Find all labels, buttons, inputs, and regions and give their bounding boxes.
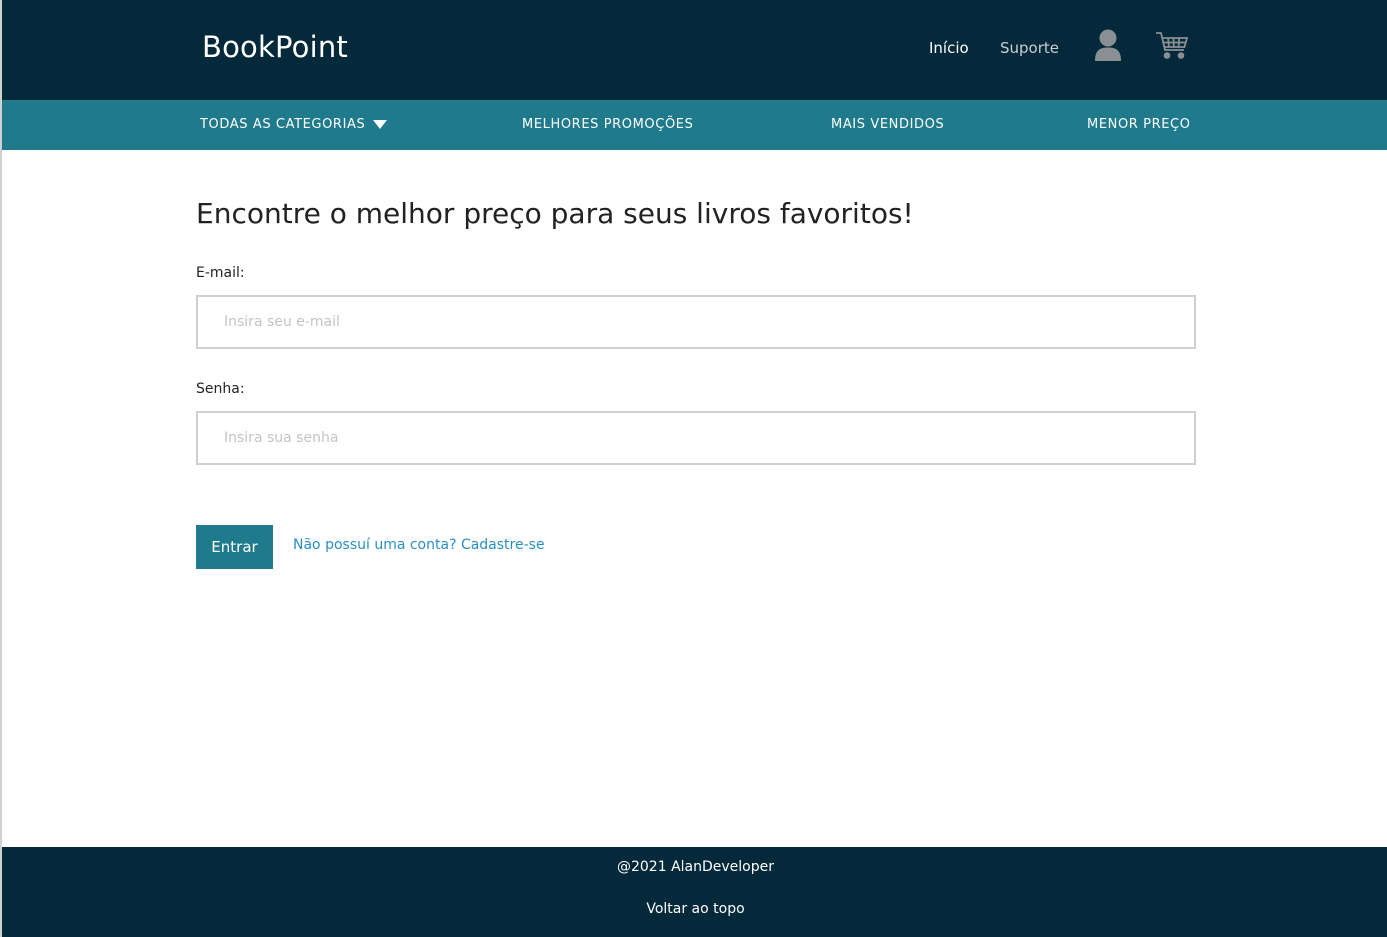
category-bar: TODAS AS CATEGORIAS MELHORES PROMOÇÕES M…	[2, 100, 1387, 150]
password-field[interactable]	[196, 411, 1196, 465]
chevron-down-icon[interactable]	[373, 120, 387, 129]
back-to-top-link[interactable]: Voltar ao topo	[2, 901, 1387, 917]
email-label: E-mail:	[196, 265, 245, 281]
user-icon[interactable]	[1094, 28, 1122, 62]
email-field[interactable]	[196, 295, 1196, 349]
page: BookPoint Início Suporte TODAS AS CATEGO…	[0, 0, 1387, 937]
login-button[interactable]: Entrar	[196, 525, 273, 569]
nav-support-link[interactable]: Suporte	[1000, 39, 1059, 57]
top-header: BookPoint Início Suporte	[2, 0, 1387, 100]
category-all-link[interactable]: TODAS AS CATEGORIAS	[200, 117, 365, 132]
category-bestsellers-link[interactable]: MAIS VENDIDOS	[831, 117, 944, 132]
footer: @2021 AlanDeveloper Voltar ao topo	[2, 847, 1387, 937]
copyright-text: @2021 AlanDeveloper	[616, 859, 774, 875]
cart-icon[interactable]	[1155, 30, 1189, 60]
site-logo[interactable]: BookPoint	[202, 30, 348, 64]
password-label: Senha:	[196, 381, 245, 397]
nav-home-link[interactable]: Início	[929, 39, 969, 57]
signup-link[interactable]: Não possuí uma conta? Cadastre-se	[293, 537, 545, 553]
category-lowest-price-link[interactable]: MENOR PREÇO	[1087, 117, 1191, 132]
category-promotions-link[interactable]: MELHORES PROMOÇÕES	[522, 117, 693, 132]
page-title: Encontre o melhor preço para seus livros…	[196, 197, 914, 230]
